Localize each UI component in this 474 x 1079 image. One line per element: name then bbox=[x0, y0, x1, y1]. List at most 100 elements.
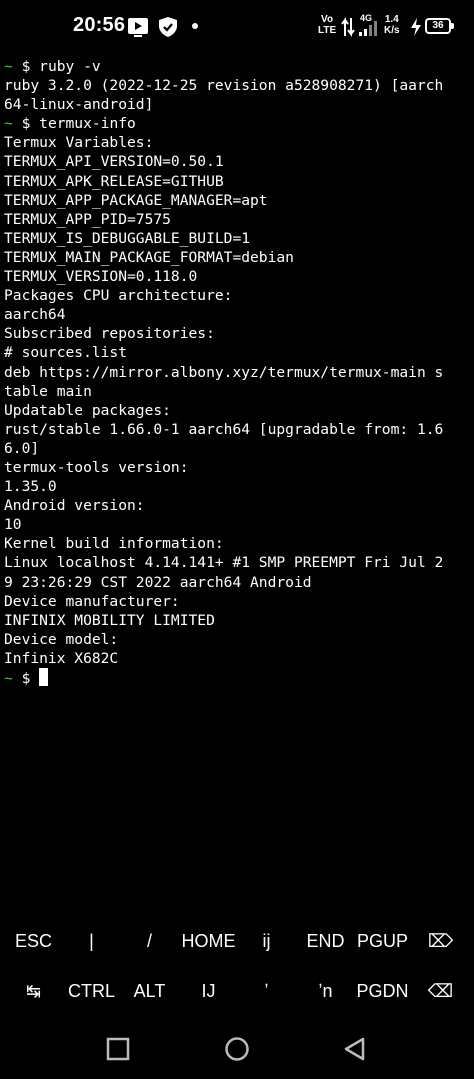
volte-bottom-label: LTE bbox=[318, 25, 337, 36]
terminal-output-line: Termux Variables: bbox=[4, 133, 472, 152]
line-text: ruby 3.2.0 (2022-12-25 revision a5289082… bbox=[4, 77, 444, 95]
terminal-output-line: TERMUX_APP_PACKAGE_MANAGER=apt bbox=[4, 191, 472, 210]
line-text: termux-info bbox=[39, 115, 136, 133]
terminal-output-line: TERMUX_API_VERSION=0.50.1 bbox=[4, 152, 472, 171]
line-text: Kernel build information: bbox=[4, 535, 224, 553]
extra-key-row2-2[interactable]: ALT bbox=[120, 966, 179, 1016]
status-time: 20:56 bbox=[73, 14, 126, 36]
extra-keys-row-1: ESC | / HOME ij END PGUP ⌦ bbox=[0, 916, 474, 966]
terminal-output-line: Linux localhost 4.14.141+ #1 SMP PREEMPT… bbox=[4, 553, 472, 572]
terminal-output-line: TERMUX_IS_DEBUGGABLE_BUILD=1 bbox=[4, 229, 472, 248]
terminal-output-line: # sources.list bbox=[4, 343, 472, 362]
line-text: 1.35.0 bbox=[4, 478, 57, 496]
terminal-output-line: 6.0] bbox=[4, 439, 472, 458]
prompt-tilde: ~ bbox=[4, 670, 13, 687]
line-text: deb https://mirror.albony.xyz/termux/ter… bbox=[4, 363, 444, 381]
extra-key-row1-6[interactable]: PGUP bbox=[353, 916, 412, 966]
terminal-prompt-line: ~ $ termux-info bbox=[4, 114, 472, 133]
terminal-output-line: termux-tools version: bbox=[4, 458, 472, 477]
extra-key-row1-1[interactable]: | bbox=[62, 916, 121, 966]
battery-indicator: 36 bbox=[425, 18, 451, 34]
terminal-output-line: Device model: bbox=[4, 630, 472, 649]
line-text: TERMUX_APP_PACKAGE_MANAGER=apt bbox=[4, 191, 268, 209]
terminal-output-line: rust/stable 1.66.0-1 aarch64 [upgradable… bbox=[4, 420, 472, 439]
terminal-output-line: TERMUX_APP_PID=7575 bbox=[4, 210, 472, 229]
home-circle-icon[interactable] bbox=[224, 1036, 250, 1062]
extra-key-row2-1[interactable]: CTRL bbox=[62, 966, 121, 1016]
shield-icon bbox=[159, 17, 177, 37]
signal-strength-icon bbox=[359, 21, 377, 36]
back-triangle-icon[interactable] bbox=[342, 1036, 368, 1062]
line-text: aarch64 bbox=[4, 306, 66, 324]
line-text: 10 bbox=[4, 516, 22, 534]
line-text: Infinix X682C bbox=[4, 649, 119, 667]
data-activity-icon bbox=[341, 17, 355, 37]
line-text: TERMUX_API_VERSION=0.50.1 bbox=[4, 153, 224, 171]
line-text: Packages CPU architecture: bbox=[4, 287, 233, 305]
terminal-output-line: aarch64 bbox=[4, 305, 472, 324]
line-text: TERMUX_VERSION=0.118.0 bbox=[4, 268, 198, 286]
extra-key-row1-0[interactable]: ESC bbox=[4, 916, 63, 966]
terminal-output-line: Infinix X682C bbox=[4, 649, 472, 668]
line-text: Subscribed repositories: bbox=[4, 325, 215, 343]
network-speed: 1.4 K/s bbox=[384, 14, 400, 36]
terminal-cursor bbox=[39, 668, 49, 686]
extra-key-row2-6[interactable]: PGDN bbox=[353, 966, 412, 1016]
line-text: Device model: bbox=[4, 630, 119, 648]
line-text: Updatable packages: bbox=[4, 401, 171, 419]
prompt-dollar: $ bbox=[12, 670, 40, 687]
line-text: TERMUX_APP_PID=7575 bbox=[4, 210, 171, 228]
line-text: 64-linux-android] bbox=[4, 96, 154, 114]
line-text: Android version: bbox=[4, 497, 145, 515]
recents-square-icon[interactable] bbox=[105, 1036, 131, 1062]
line-text: # sources.list bbox=[4, 344, 128, 362]
prompt-tilde: ~ bbox=[4, 58, 13, 75]
volte-indicator: Vo LTE bbox=[318, 14, 336, 36]
terminal-output-line: Packages CPU architecture: bbox=[4, 286, 472, 305]
line-text: TERMUX_MAIN_PACKAGE_FORMAT=debian bbox=[4, 248, 294, 266]
line-text: rust/stable 1.66.0-1 aarch64 [upgradable… bbox=[4, 420, 444, 438]
terminal-prompt-line: ~ $ ruby -v bbox=[4, 57, 472, 76]
extra-key-row2-7[interactable]: ⌫ bbox=[411, 966, 470, 1016]
terminal-output-line: Android version: bbox=[4, 496, 472, 515]
line-text: INFINIX MOBILITY LIMITED bbox=[4, 611, 215, 629]
line-text: Termux Variables: bbox=[4, 134, 154, 152]
extra-key-row1-7[interactable]: ⌦ bbox=[411, 916, 470, 966]
terminal-output[interactable]: ~ $ ruby -v ruby 3.2.0 (2022-12-25 revisi… bbox=[4, 57, 472, 687]
terminal-output-line: Device manufacturer: bbox=[4, 592, 472, 611]
terminal-output-line: Kernel build information: bbox=[4, 534, 472, 553]
battery-nub bbox=[451, 23, 454, 29]
line-text: termux-tools version: bbox=[4, 458, 189, 476]
extra-keys-bar: ESC | / HOME ij END PGUP ⌦ ↹ CTRL ALT IJ ʼ ʼn PGDN ⌫ bbox=[0, 916, 474, 1016]
terminal-prompt-line: ~ $ bbox=[4, 668, 472, 687]
line-text: TERMUX_IS_DEBUGGABLE_BUILD=1 bbox=[4, 229, 251, 247]
terminal-output-line: Subscribed repositories: bbox=[4, 324, 472, 343]
extra-key-row2-3[interactable]: IJ bbox=[179, 966, 238, 1016]
terminal-output-line: table main bbox=[4, 382, 472, 401]
charging-bolt-icon bbox=[411, 18, 421, 36]
terminal-output-line: 64-linux-android] bbox=[4, 95, 472, 114]
extra-key-row2-5[interactable]: ʼn bbox=[296, 966, 355, 1016]
terminal-output-line: TERMUX_MAIN_PACKAGE_FORMAT=debian bbox=[4, 248, 472, 267]
extra-key-row2-0[interactable]: ↹ bbox=[4, 966, 63, 1016]
navigation-bar bbox=[0, 1018, 474, 1079]
terminal-output-line: ruby 3.2.0 (2022-12-25 revision a5289082… bbox=[4, 76, 472, 95]
prompt-dollar: $ bbox=[12, 58, 40, 75]
line-text: table main bbox=[4, 382, 92, 400]
extra-key-row1-2[interactable]: / bbox=[120, 916, 179, 966]
speed-value: 1.4 bbox=[384, 14, 399, 25]
terminal-output-line: deb https://mirror.albony.xyz/termux/ter… bbox=[4, 363, 472, 382]
terminal-output-line: 10 bbox=[4, 515, 472, 534]
status-bar: 20:56 Vo LTE 4G 1.4 K/s 36 bbox=[0, 0, 474, 54]
extra-key-row1-5[interactable]: END bbox=[296, 916, 355, 966]
prompt-dollar: $ bbox=[12, 115, 40, 133]
line-text: ruby -v bbox=[39, 58, 101, 75]
speed-unit: K/s bbox=[384, 25, 400, 36]
terminal-output-line: 9 23:26:29 CST 2022 aarch64 Android bbox=[4, 573, 472, 592]
line-text: TERMUX_APK_RELEASE=GITHUB bbox=[4, 172, 224, 190]
extra-key-row2-4[interactable]: ʼ bbox=[237, 966, 296, 1016]
extra-key-row1-4[interactable]: ij bbox=[237, 916, 296, 966]
terminal-output-line: Updatable packages: bbox=[4, 401, 472, 420]
screen-record-icon bbox=[128, 18, 148, 37]
extra-key-row1-3[interactable]: HOME bbox=[179, 916, 238, 966]
